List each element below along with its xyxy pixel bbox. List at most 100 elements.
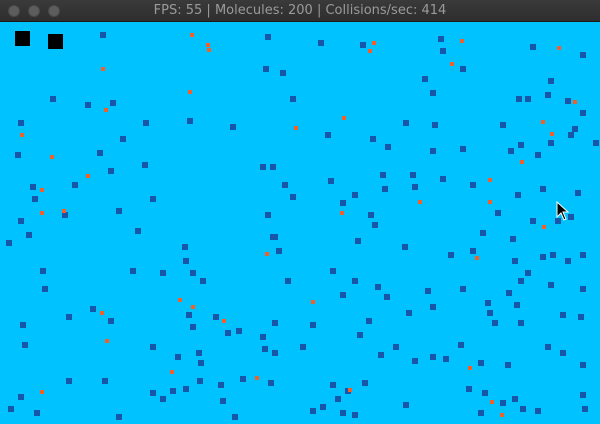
large-particle (15, 31, 30, 46)
molecule (360, 42, 366, 48)
hot-molecule (550, 132, 554, 136)
molecule (282, 182, 288, 188)
hot-molecule (520, 160, 524, 164)
molecule (6, 240, 12, 246)
molecule (186, 312, 192, 318)
molecule (580, 362, 586, 368)
molecule (580, 286, 586, 292)
molecule (535, 152, 541, 158)
molecule (198, 360, 204, 366)
molecule (66, 378, 72, 384)
molecule (480, 230, 486, 236)
molecule (190, 270, 196, 276)
molecule (384, 294, 390, 300)
molecule (548, 140, 554, 146)
molecule (175, 354, 181, 360)
molecule (30, 184, 36, 190)
mouse-cursor-icon (556, 201, 570, 221)
molecule (485, 300, 491, 306)
hot-molecule (86, 174, 90, 178)
molecule (548, 282, 554, 288)
molecule (560, 350, 566, 356)
molecule (108, 318, 114, 324)
molecule (142, 162, 148, 168)
molecule (335, 396, 341, 402)
molecule (18, 394, 24, 400)
molecule (268, 380, 274, 386)
molecule (265, 34, 271, 40)
molecule (232, 414, 238, 420)
molecule (262, 346, 268, 352)
molecule (518, 278, 524, 284)
molecule (560, 312, 566, 318)
molecule (135, 228, 141, 234)
molecule (32, 196, 38, 202)
molecule (422, 76, 428, 82)
molecule (340, 200, 346, 206)
hot-molecule (104, 108, 108, 112)
molecule (432, 122, 438, 128)
molecule (357, 332, 363, 338)
molecule (260, 164, 266, 170)
molecule (540, 254, 546, 260)
title-bar[interactable]: FPS: 55 | Molecules: 200 | Collisions/se… (0, 0, 600, 22)
large-particle (48, 34, 63, 49)
molecule (120, 136, 126, 142)
molecule (372, 222, 378, 228)
hot-molecule (190, 33, 194, 37)
molecule (130, 268, 136, 274)
molecule (518, 320, 524, 326)
hot-molecule (207, 48, 211, 52)
molecule (575, 190, 581, 196)
molecule (90, 306, 96, 312)
hot-molecule (40, 188, 44, 192)
molecule (150, 344, 156, 350)
hot-molecule (557, 46, 561, 50)
molecule (265, 212, 271, 218)
molecule (438, 36, 444, 42)
molecule (550, 252, 556, 258)
hot-molecule (40, 390, 44, 394)
hot-molecule (460, 39, 464, 43)
molecule (352, 192, 358, 198)
hot-molecule (488, 178, 492, 182)
molecule (510, 236, 516, 242)
molecule (440, 48, 446, 54)
molecule (100, 32, 106, 38)
molecule (580, 392, 586, 398)
hot-molecule (573, 100, 577, 104)
molecule (580, 110, 586, 116)
molecule (362, 380, 368, 386)
molecule (535, 408, 541, 414)
molecule (512, 258, 518, 264)
molecule (508, 148, 514, 154)
molecule (18, 218, 24, 224)
molecule (460, 66, 466, 72)
molecule (196, 350, 202, 356)
molecule (518, 142, 524, 148)
molecule (213, 314, 219, 320)
hot-molecule (20, 133, 24, 137)
hot-molecule (500, 413, 504, 417)
window-title: FPS: 55 | Molecules: 200 | Collisions/se… (153, 3, 447, 18)
molecule (225, 330, 231, 336)
hot-molecule (488, 200, 492, 204)
molecule (340, 292, 346, 298)
hot-molecule (50, 155, 54, 159)
hot-molecule (105, 339, 109, 343)
simulation-canvas (0, 22, 600, 424)
hot-molecule (206, 43, 210, 47)
molecule (514, 302, 520, 308)
molecule (22, 342, 28, 348)
molecule (85, 102, 91, 108)
molecule (460, 286, 466, 292)
molecule (240, 376, 246, 382)
molecule (183, 386, 189, 392)
molecule (458, 342, 464, 348)
molecule (330, 268, 336, 274)
hot-molecule (62, 209, 66, 213)
molecule (580, 52, 586, 58)
molecule (300, 344, 306, 350)
molecule (290, 194, 296, 200)
hot-molecule (265, 252, 269, 256)
